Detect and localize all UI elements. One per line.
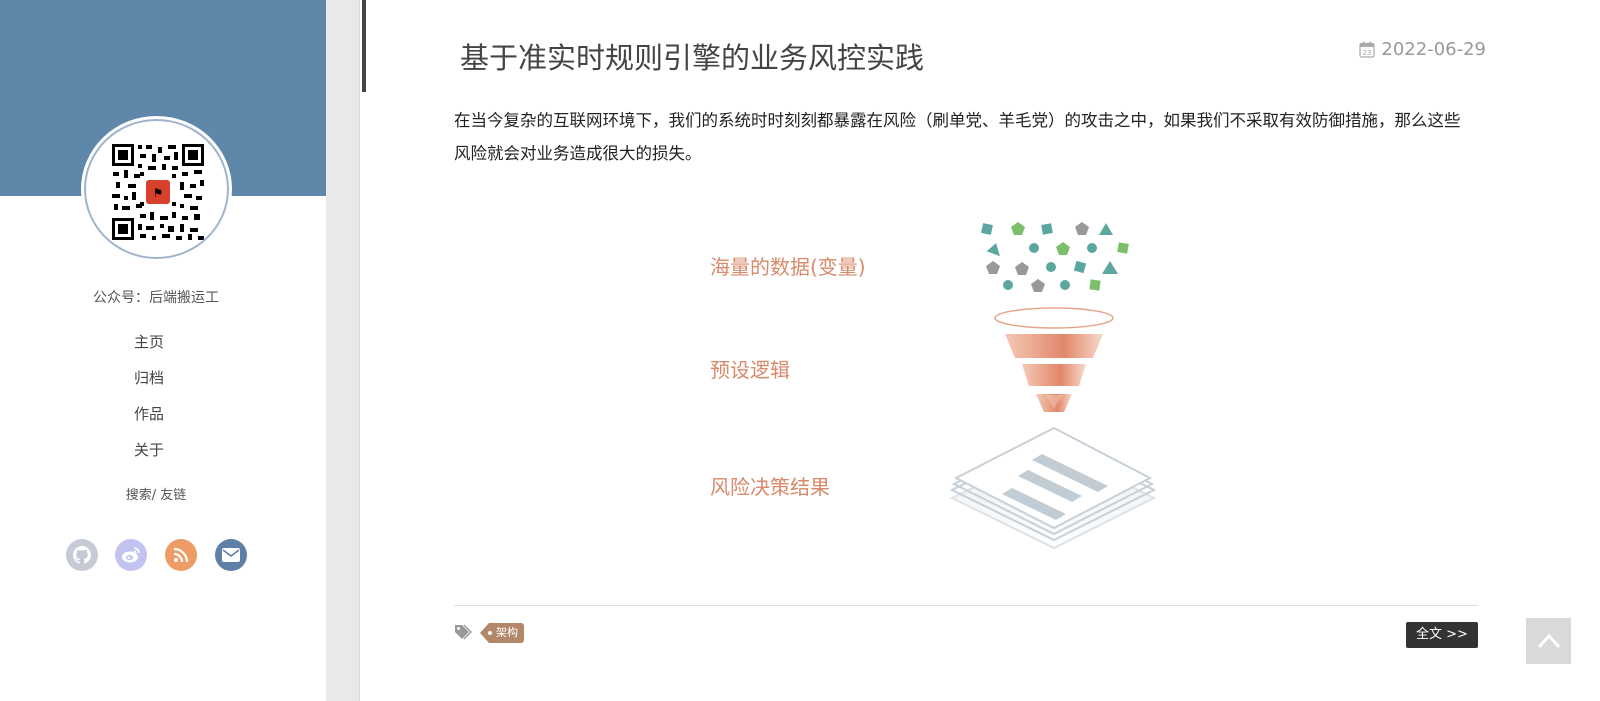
tag-architecture[interactable]: 架构 <box>480 623 524 643</box>
chevron-up-icon <box>1537 633 1560 649</box>
weibo-icon[interactable] <box>115 539 147 571</box>
post-excerpt: 在当今复杂的互联网环境下，我们的系统时时刻刻都暴露在风险（刷单党、羊毛党）的攻击… <box>454 111 1461 163</box>
rss-icon[interactable] <box>165 539 197 571</box>
nav-item-about[interactable]: 关于 <box>0 440 298 476</box>
svg-text:⚑: ⚑ <box>153 186 164 200</box>
site-name: 公众号：后端搬运工 <box>93 290 219 306</box>
sidebar: ⚑ 公众号：后端搬运工 主页 归档 作品 关于 搜索/ 友链 <box>0 0 326 701</box>
avatar[interactable]: ⚑ <box>84 119 229 259</box>
mail-icon[interactable] <box>215 539 247 571</box>
back-to-top-button[interactable] <box>1526 618 1571 664</box>
sidebar-gutter <box>326 0 360 701</box>
post-illustration: 海量的数据(变量) 预设逻辑 风险决策结果 <box>690 208 1190 568</box>
nav-item-home[interactable]: 主页 <box>0 332 298 368</box>
sidebar-nav: 主页 归档 作品 关于 <box>0 332 298 476</box>
social-links <box>66 539 256 571</box>
search-friends-link[interactable]: 搜索/ 友链 <box>0 484 312 503</box>
svg-text:23: 23 <box>1363 49 1372 57</box>
qr-code-image: ⚑ <box>110 142 206 242</box>
scroll-indicator <box>362 0 366 92</box>
post-date-text: 2022-06-29 <box>1381 39 1486 60</box>
nav-item-archive[interactable]: 归档 <box>0 368 298 404</box>
nav-item-works[interactable]: 作品 <box>0 404 298 440</box>
funnel-diagram <box>949 222 1157 550</box>
read-more-button[interactable]: 全文 >> <box>1406 622 1478 648</box>
post-divider <box>454 605 1478 606</box>
post-title[interactable]: 基于准实时规则引擎的业务风控实践 <box>460 35 924 77</box>
calendar-icon: 23 <box>1359 41 1375 58</box>
github-icon[interactable] <box>66 539 98 571</box>
data-shapes <box>981 222 1129 292</box>
post-date: 23 2022-06-29 <box>1359 39 1486 60</box>
tag-icon <box>455 624 472 640</box>
